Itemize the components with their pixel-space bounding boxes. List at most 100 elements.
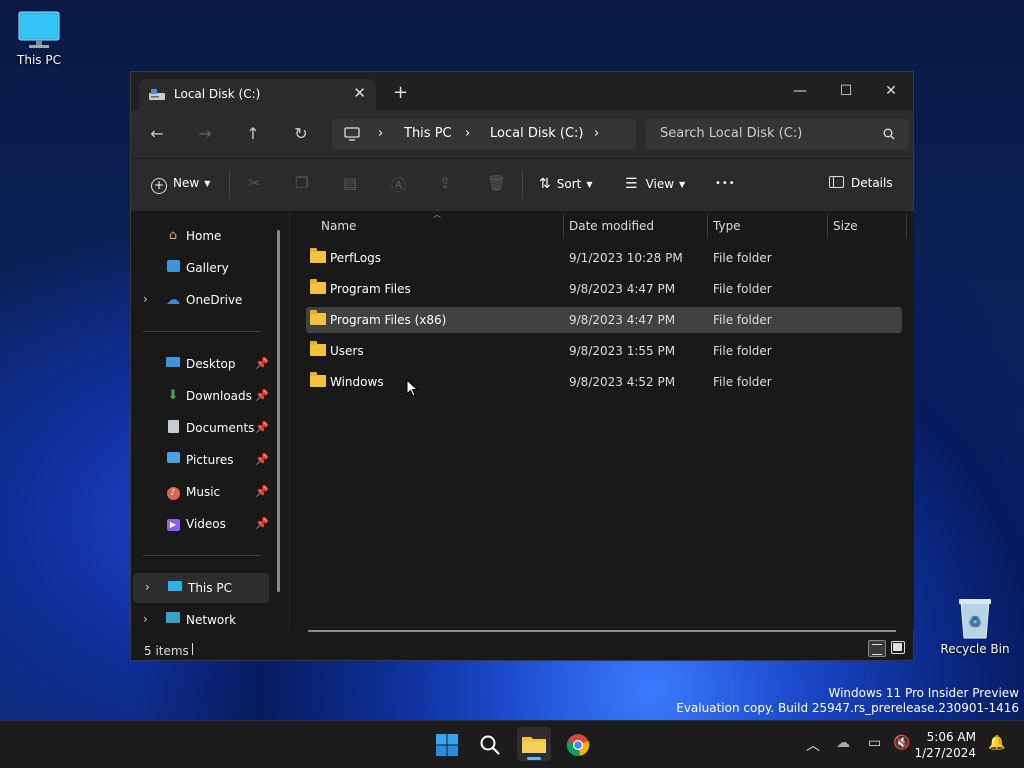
sidebar-item-pictures[interactable]: Pictures 📌 (131, 445, 281, 475)
new-tab-button[interactable]: + (393, 82, 408, 103)
breadcrumb-separator: › (378, 126, 384, 141)
sort-button[interactable]: ⇅ Sort ▼ (539, 176, 593, 192)
pin-icon: 📌 (255, 357, 269, 370)
sidebar-item-network[interactable]: › Network (131, 605, 281, 635)
chevron-right-icon[interactable]: › (143, 292, 148, 306)
clock-time: 5:06 AM (926, 730, 976, 744)
chrome-taskbar-button[interactable] (564, 731, 592, 759)
sidebar-item-music[interactable]: ♪ Music 📌 (131, 477, 281, 507)
network-tray-icon[interactable]: ▭ (868, 735, 881, 751)
sidebar-item-videos[interactable]: ▶ Videos 📌 (131, 509, 281, 539)
desktop-icon-recycle-bin[interactable]: ♻ Recycle Bin (940, 596, 1010, 656)
file-date: 9/8/2023 4:52 PM (569, 375, 676, 389)
tiles-view-button[interactable] (891, 641, 905, 654)
share-icon[interactable]: ⇪ (439, 174, 452, 192)
paste-icon[interactable]: ▤ (343, 174, 357, 192)
up-button[interactable]: ↑ (243, 124, 263, 143)
back-button[interactable]: ← (147, 124, 167, 143)
column-divider[interactable] (906, 214, 907, 238)
forward-button[interactable]: → (195, 124, 215, 143)
clock-date: 1/27/2024 (914, 746, 976, 760)
folder-icon (310, 372, 326, 387)
sidebar-item-home[interactable]: ⌂ Home (131, 221, 281, 251)
breadcrumb-local-disk[interactable]: Local Disk (C:) (490, 126, 583, 141)
table-row[interactable]: Windows 9/8/2023 4:52 PM File folder (306, 369, 902, 395)
desktop-icon-label: This PC (17, 53, 61, 67)
file-name: Users (330, 344, 364, 358)
minimize-button[interactable]: — (777, 77, 823, 105)
pin-icon: 📌 (255, 517, 269, 530)
chevron-right-icon[interactable]: › (145, 580, 150, 594)
sidebar-divider (143, 555, 261, 556)
rename-icon[interactable]: Ⓐ (391, 174, 406, 195)
home-icon: ⌂ (168, 228, 178, 243)
close-button[interactable]: ✕ (868, 77, 914, 105)
sidebar-item-documents[interactable]: Documents 📌 (131, 413, 281, 443)
onedrive-tray-icon[interactable]: ☁ (836, 735, 850, 751)
search-box[interactable]: Search Local Disk (C:) (646, 119, 909, 149)
start-button[interactable] (433, 731, 461, 759)
details-pane-button[interactable]: Details (829, 176, 893, 190)
file-name: Windows (330, 375, 384, 389)
view-icon: ☰ (625, 176, 638, 192)
toolbar-divider (229, 171, 230, 199)
maximize-button[interactable]: ☐ (823, 77, 869, 105)
delete-icon[interactable]: 🗑 (487, 174, 506, 192)
table-row[interactable]: Program Files (x86) 9/8/2023 4:47 PM Fil… (306, 307, 902, 333)
active-indicator (527, 757, 541, 760)
sidebar-item-desktop[interactable]: Desktop 📌 (131, 349, 281, 379)
search-button[interactable] (476, 731, 504, 759)
column-header-name[interactable]: Name (321, 219, 356, 233)
sidebar-item-gallery[interactable]: Gallery (131, 253, 281, 283)
address-bar[interactable]: › This PC › Local Disk (C:) › (332, 119, 636, 149)
column-header-date[interactable]: Date modified (569, 219, 654, 233)
volume-muted-icon[interactable]: 🔇 (893, 735, 910, 751)
horizontal-scrollbar[interactable] (308, 630, 896, 632)
table-row[interactable]: PerfLogs 9/1/2023 10:28 PM File folder (306, 245, 902, 271)
file-explorer-taskbar-button[interactable] (517, 727, 551, 761)
search-input[interactable]: Search Local Disk (C:) (660, 126, 802, 141)
file-name: Program Files (330, 282, 411, 296)
show-hidden-icons-button[interactable]: ︿ (806, 735, 820, 755)
refresh-button[interactable]: ↻ (291, 124, 311, 143)
sidebar-item-this-pc[interactable]: › This PC (133, 573, 269, 603)
details-label: Details (851, 176, 893, 190)
details-view-button[interactable] (868, 640, 886, 657)
network-icon (165, 612, 181, 628)
folder-icon (310, 279, 326, 294)
item-count: 5 items (144, 644, 189, 658)
view-label: View (645, 177, 675, 191)
download-icon: ⬇ (167, 388, 179, 403)
breadcrumb-this-pc[interactable]: This PC (404, 126, 452, 141)
system-clock[interactable]: 5:06 AM 1/27/2024 (914, 729, 976, 761)
column-header-size[interactable]: Size (833, 219, 858, 233)
folder-icon (310, 310, 326, 325)
videos-icon: ▶ (165, 516, 181, 532)
file-type: File folder (713, 344, 772, 358)
file-name: PerfLogs (330, 251, 382, 265)
tab-close-icon[interactable]: ✕ (353, 84, 366, 102)
column-divider[interactable] (563, 214, 564, 238)
column-divider[interactable] (827, 214, 828, 238)
cut-icon[interactable]: ✂ (248, 174, 261, 192)
details-pane-icon (829, 176, 844, 188)
sidebar-item-onedrive[interactable]: › ☁ OneDrive (131, 285, 281, 315)
column-divider[interactable] (707, 214, 708, 238)
sidebar-item-downloads[interactable]: ⬇ Downloads 📌 (131, 381, 281, 411)
view-button[interactable]: ☰ View ▼ (625, 176, 685, 192)
file-date: 9/8/2023 1:55 PM (569, 344, 676, 358)
breadcrumb-separator[interactable]: › (594, 126, 599, 141)
chevron-right-icon[interactable]: › (143, 612, 148, 626)
desktop-icon-this-pc[interactable]: This PC (4, 10, 74, 67)
notification-bell-icon[interactable]: 🔔 (988, 735, 1005, 751)
monitor-icon (344, 127, 360, 141)
more-options-button[interactable]: ••• (715, 178, 736, 189)
new-button[interactable]: + New ▼ (151, 176, 210, 194)
sidebar-item-label: OneDrive (186, 293, 243, 307)
table-row[interactable]: Program Files 9/8/2023 4:47 PM File fold… (306, 276, 902, 302)
copy-icon[interactable]: ❐ (295, 174, 308, 192)
table-row[interactable]: Users 9/8/2023 1:55 PM File folder (306, 338, 902, 364)
column-header-type[interactable]: Type (713, 219, 741, 233)
tab-local-disk[interactable]: Local Disk (C:) ✕ (139, 79, 376, 110)
sidebar-scrollbar[interactable] (277, 230, 280, 592)
